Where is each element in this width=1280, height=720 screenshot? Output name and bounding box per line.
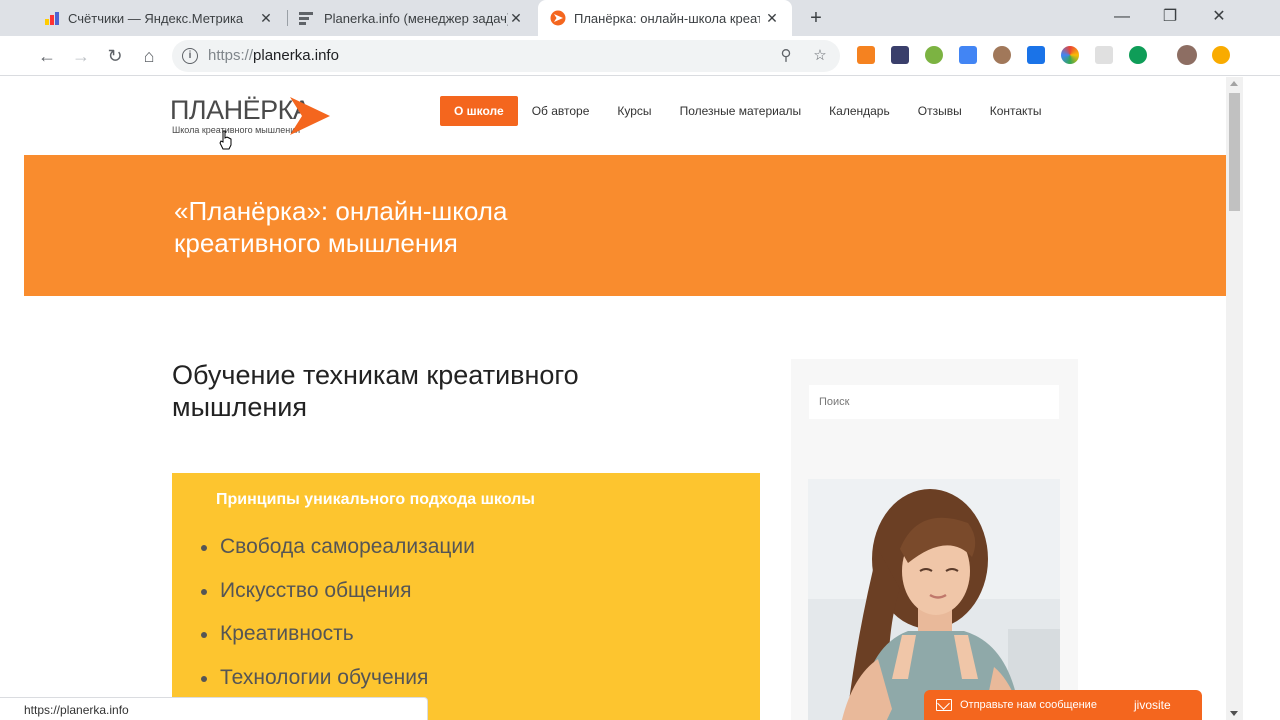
chat-brand: jivosite [1134, 698, 1171, 712]
address-bar[interactable]: i https://planerka.info ⚲ ☆ [172, 40, 840, 72]
hero-title-line: «Планёрка»: онлайн-школа [174, 196, 508, 226]
photo-extension-icon[interactable] [891, 46, 909, 64]
browser-toolbar: ← → ↻ ⌂ i https://planerka.info ⚲ ☆ [0, 36, 1280, 76]
list-item: Креативность [201, 622, 475, 666]
scroll-up-arrow-icon[interactable] [1230, 81, 1238, 86]
url-host: planerka.info [253, 47, 339, 64]
zoom-icon[interactable]: ⚲ [776, 46, 796, 66]
home-icon[interactable]: ⌂ [135, 42, 163, 70]
planerka-manager-icon [299, 12, 313, 25]
scrollbar-thumb[interactable] [1229, 93, 1240, 211]
back-arrow-icon[interactable]: ← [33, 42, 61, 70]
nav-item-about-school[interactable]: О школе [440, 96, 518, 126]
scroll-down-arrow-icon[interactable] [1230, 711, 1238, 716]
new-extension-icon[interactable] [1027, 46, 1045, 64]
js-extension-icon[interactable] [1095, 46, 1113, 64]
tab-separator [287, 10, 288, 26]
close-tab-icon[interactable]: ✕ [506, 8, 526, 28]
close-tab-icon[interactable]: ✕ [762, 8, 782, 28]
tab-title: Planerka.info (менеджер задач) [324, 10, 508, 26]
cookie-extension-icon[interactable] [993, 46, 1011, 64]
principles-box: Принципы уникального подхода школы Свобо… [172, 473, 760, 720]
principles-list: Свобода самореализации Искусство общения… [201, 535, 475, 709]
nav-item-contacts[interactable]: Контакты [976, 96, 1056, 126]
planerka-arrow-icon [550, 10, 566, 26]
update-alert-icon[interactable] [1212, 46, 1230, 64]
sidebar: Поиск [791, 359, 1078, 720]
reload-icon[interactable]: ↻ [101, 42, 129, 70]
seo-extension-icon[interactable] [925, 46, 943, 64]
envelope-icon [936, 699, 952, 711]
section-title-line: мышления [172, 392, 308, 422]
principles-title: Принципы уникального подхода школы [216, 491, 535, 508]
logo-subtitle: Школа креативного мышления [172, 125, 301, 135]
tab-counter-extension-icon[interactable] [959, 46, 977, 64]
main-nav: О школе Об авторе Курсы Полезные материа… [440, 96, 1056, 126]
tab-bar: Счётчики — Яндекс.Метрика ✕ Planerka.inf… [0, 0, 1280, 36]
maximize-icon[interactable]: ❐ [1156, 4, 1184, 30]
bullet-icon [201, 675, 207, 682]
metrika-icon [45, 12, 59, 25]
site-info-icon[interactable]: i [182, 48, 198, 64]
web-page: ПЛАНЁРКА Школа креативного мышления О шк… [24, 77, 1226, 720]
status-url: https://planerka.info [24, 703, 129, 717]
new-tab-plus-icon[interactable]: + [804, 6, 828, 30]
site-logo[interactable]: ПЛАНЁРКА Школа креативного мышления [170, 95, 340, 139]
photo-illustration [808, 479, 1060, 720]
list-item: Свобода самореализации [201, 535, 475, 579]
list-item-text: Свобода самореализации [220, 535, 475, 558]
green-extension-icon[interactable] [1129, 46, 1147, 64]
url-protocol: https:// [208, 47, 254, 64]
section-title: Обучение техникам креативного мышления [172, 359, 732, 423]
url-text: https://planerka.info [208, 47, 339, 64]
color-picker-extension-icon[interactable] [1061, 46, 1079, 64]
bullet-icon [201, 588, 207, 595]
nav-item-useful-materials[interactable]: Полезные материалы [666, 96, 816, 126]
nav-item-calendar[interactable]: Календарь [815, 96, 904, 126]
nav-item-about-author[interactable]: Об авторе [518, 96, 604, 126]
minimize-icon[interactable]: — [1108, 4, 1136, 30]
bullet-icon [201, 545, 207, 551]
nav-item-courses[interactable]: Курсы [603, 96, 665, 126]
close-tab-icon[interactable]: ✕ [256, 8, 276, 28]
tab-title: Счётчики — Яндекс.Метрика [68, 10, 244, 26]
hand-cursor-icon [219, 130, 232, 150]
list-item: Искусство общения [201, 578, 475, 623]
window-edge [1243, 77, 1280, 720]
tab-yandex-metrika[interactable]: Счётчики — Яндекс.Метрика ✕ [0, 0, 286, 36]
tab-planerka-manager[interactable]: Planerka.info (менеджер задач) ✕ [290, 0, 536, 36]
search-placeholder: Поиск [819, 396, 850, 408]
tab-title: Планёрка: онлайн-школа креат [574, 10, 760, 26]
list-item-text: Искусство общения [220, 578, 412, 602]
rss-extension-icon[interactable] [857, 46, 875, 64]
profile-avatar[interactable] [1177, 45, 1197, 65]
chat-label: Отправьте нам сообщение [960, 699, 1097, 711]
bullet-icon [201, 632, 207, 638]
list-item-text: Креативность [220, 622, 354, 645]
hero-title-line: креативного мышления [174, 228, 458, 258]
page-scrollbar[interactable] [1226, 77, 1243, 720]
tab-planerka-school[interactable]: Планёрка: онлайн-школа креат ✕ [538, 0, 792, 36]
bookmark-star-icon[interactable]: ☆ [810, 46, 830, 66]
close-window-icon[interactable]: ✕ [1205, 4, 1233, 30]
section-title-line: Обучение техникам креативного [172, 360, 579, 390]
hero-banner: «Планёрка»: онлайн-школа креативного мыш… [24, 155, 1226, 296]
status-bar: https://planerka.info [0, 697, 428, 720]
search-input[interactable]: Поиск [809, 385, 1059, 419]
list-item-text: Технологии обучения [220, 665, 429, 689]
hero-title: «Планёрка»: онлайн-школа креативного мыш… [174, 195, 674, 259]
chat-widget[interactable]: Отправьте нам сообщение jivosite [924, 690, 1202, 720]
nav-item-reviews[interactable]: Отзывы [904, 96, 976, 126]
woman-with-laptop-image [808, 479, 1060, 720]
forward-arrow-icon[interactable]: → [67, 42, 95, 70]
logo-arrow-icon [290, 97, 330, 135]
